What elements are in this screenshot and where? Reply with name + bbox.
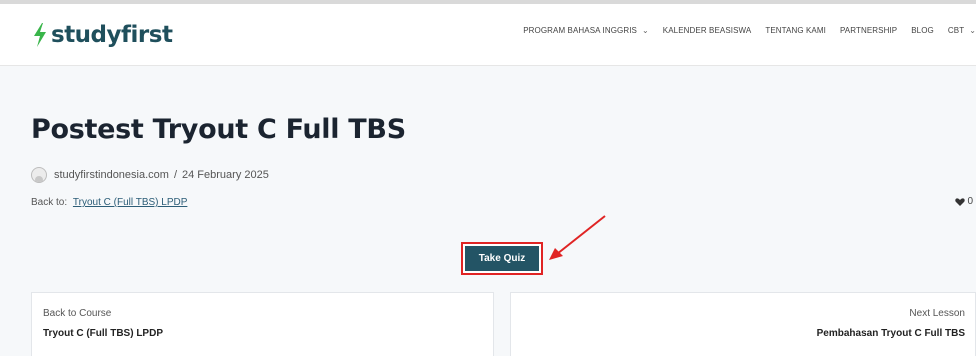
nav-item-blog[interactable]: BLOG [911,26,934,35]
quiz-highlight: Take Quiz [461,242,543,275]
author-name[interactable]: studyfirstindonesia.com [54,169,169,181]
post-meta: studyfirstindonesia.com / 24 February 20… [31,167,269,183]
breadcrumb: Back to: Tryout C (Full TBS) LPDP [31,197,187,208]
back-to-course-link[interactable]: Tryout C (Full TBS) LPDP [73,197,187,208]
like-counter[interactable]: 0 [955,196,973,207]
nav-item-label: BLOG [911,26,934,35]
heart-icon [955,197,966,206]
site-logo[interactable]: studyfirst [31,18,173,52]
back-to-label: Back to: [31,197,68,208]
avatar [31,167,47,183]
nav-item-partnership[interactable]: PARTNERSHIP [840,26,897,35]
nav-item-label: PARTNERSHIP [839,26,898,35]
like-count: 0 [967,196,973,207]
nav-item-label: CBT [947,26,965,35]
nav-item-tentang-kami[interactable]: TENTANG KAMI [765,26,826,35]
annotation-arrow-icon [549,215,606,260]
nav-item-kalender-beasiswa[interactable]: KALENDER BEASISWA [663,26,752,35]
nav-item-label: PROGRAM BAHASA INGGRIS [523,26,637,35]
nav-item-label: KALENDER BEASISWA [662,26,752,35]
post-date: 24 February 2025 [182,169,269,181]
prev-label: Back to Course [43,308,112,319]
main-nav: PROGRAM BAHASA INGGRIS ⌄ KALENDER BEASIS… [523,26,976,35]
site-header: studyfirst PROGRAM BAHASA INGGRIS ⌄ KALE… [0,4,976,66]
nav-item-program-bahasa-inggris[interactable]: PROGRAM BAHASA INGGRIS ⌄ [523,26,649,35]
next-lesson-title: Pembahasan Tryout C Full TBS [816,328,965,339]
logo-text: studyfirst [51,22,173,48]
next-label: Next Lesson [909,308,965,319]
lightning-bolt-icon [34,23,46,47]
prev-course-title: Tryout C (Full TBS) LPDP [43,328,163,339]
take-quiz-button[interactable]: Take Quiz [465,246,539,271]
nav-item-cbt[interactable]: CBT ⌄ [948,26,976,35]
chevron-down-icon: ⌄ [641,26,649,35]
page-title: Postest Tryout C Full TBS [31,114,406,145]
nav-item-label: TENTANG KAMI [765,26,826,35]
main-content: Postest Tryout C Full TBS studyfirstindo… [0,66,976,356]
chevron-down-icon: ⌄ [969,26,976,35]
meta-separator: / [173,169,178,181]
next-lesson-card[interactable]: Next Lesson Pembahasan Tryout C Full TBS [510,292,976,356]
back-to-course-card[interactable]: Back to Course Tryout C (Full TBS) LPDP [31,292,494,356]
